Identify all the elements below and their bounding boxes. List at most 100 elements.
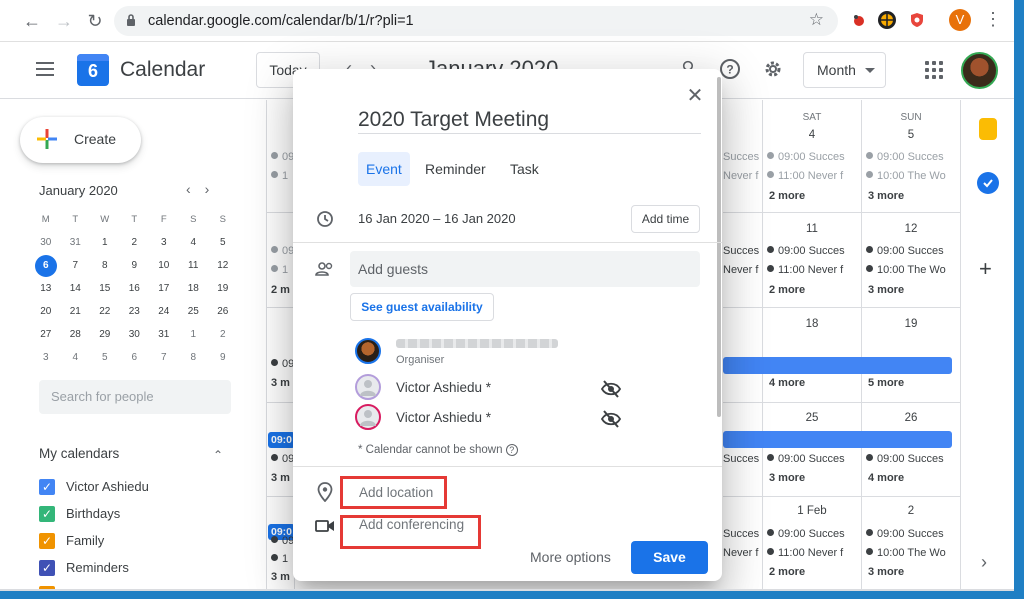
visibility-off-icon[interactable] xyxy=(600,380,623,398)
day-cell[interactable]: Succes xyxy=(723,403,763,497)
dialog-scrollbar[interactable] xyxy=(717,77,721,417)
close-icon[interactable]: ✕ xyxy=(683,84,707,108)
day-cell[interactable]: 09:0 09 1 3 m xyxy=(267,497,295,591)
tab-event[interactable]: Event xyxy=(358,152,410,186)
day-cell-sat-18[interactable]: 18 4 more xyxy=(763,308,862,403)
event-chip[interactable]: 09:00 Succes xyxy=(767,528,855,540)
day-cell[interactable]: Succes Never f xyxy=(723,497,763,591)
extension-icon[interactable] xyxy=(850,11,868,29)
settings-gear-icon[interactable] xyxy=(761,58,785,82)
event-chip[interactable]: 09:00 Succes xyxy=(767,453,855,465)
event-chip[interactable]: 10:00 The Wo xyxy=(866,264,954,276)
more-events-link[interactable]: 3 m xyxy=(271,377,290,389)
mini-day[interactable]: 9 xyxy=(208,346,238,369)
mini-day[interactable]: 5 xyxy=(208,231,238,254)
help-circle-icon[interactable]: ? xyxy=(505,444,518,456)
calendar-logo[interactable]: 6 xyxy=(77,54,109,86)
view-selector[interactable]: Month xyxy=(803,52,886,88)
mini-day[interactable]: 7 xyxy=(149,346,179,369)
back-arrow-icon[interactable]: ← xyxy=(21,10,43,32)
more-events-link[interactable]: 3 more xyxy=(769,472,805,484)
day-cell-sun-26[interactable]: 26 09:00 Succes 4 more xyxy=(862,403,961,497)
mini-day[interactable]: 31 xyxy=(61,231,91,254)
tab-task[interactable]: Task xyxy=(502,152,547,186)
mini-day[interactable]: 12 xyxy=(208,254,238,277)
add-location-input[interactable]: Add location xyxy=(340,476,447,509)
day-number[interactable]: 2 xyxy=(862,505,960,517)
more-events-link[interactable]: 3 m xyxy=(271,571,290,583)
multi-day-event-bar[interactable] xyxy=(723,357,952,374)
mini-day[interactable]: 3 xyxy=(149,231,179,254)
day-cell[interactable] xyxy=(723,308,763,403)
shield-extension-icon[interactable] xyxy=(908,11,926,29)
day-cell-sat-4[interactable]: SAT 4 09:00 Succes 11:00 Never f 2 more xyxy=(763,100,862,213)
day-number[interactable]: 11 xyxy=(763,223,861,235)
event-chip[interactable]: 09:00 Succes xyxy=(866,453,954,465)
more-events-link[interactable]: 2 more xyxy=(769,566,805,578)
mini-day[interactable]: 1 xyxy=(90,231,120,254)
day-number[interactable]: 19 xyxy=(862,318,960,330)
bookmark-star-icon[interactable]: ☆ xyxy=(809,10,824,30)
day-cell[interactable]: 09:0 09 3 m xyxy=(267,403,295,497)
mini-day[interactable]: 30 xyxy=(31,231,61,254)
event-chip[interactable]: 11:00 Never f xyxy=(767,264,855,276)
day-cell-sat-feb-1[interactable]: 1 Feb 09:00 Succes 11:00 Never f 2 more xyxy=(763,497,862,591)
multi-day-event-bar[interactable] xyxy=(723,431,952,448)
event-chip[interactable]: 09:00 Succes xyxy=(866,528,954,540)
account-avatar[interactable] xyxy=(961,52,998,89)
more-options-button[interactable]: More options xyxy=(530,549,611,565)
mini-day[interactable]: 16 xyxy=(120,277,150,300)
more-events-link[interactable]: 4 more xyxy=(769,377,805,389)
event-title-input[interactable]: 2020 Target Meeting xyxy=(358,108,701,134)
day-number[interactable]: 26 xyxy=(862,412,960,424)
search-people-input[interactable]: Search for people xyxy=(39,380,231,414)
more-events-link[interactable]: 3 more xyxy=(868,190,904,202)
mini-day[interactable]: 19 xyxy=(208,277,238,300)
checkbox-checked-icon[interactable]: ✓ xyxy=(39,479,55,495)
mini-day[interactable]: 23 xyxy=(120,300,150,323)
day-cell[interactable]: Succes Never f xyxy=(723,213,763,308)
mini-day[interactable]: 20 xyxy=(31,300,61,323)
event-chip-highlighted[interactable]: 09:0 xyxy=(268,432,295,448)
browser-profile-avatar[interactable]: V xyxy=(949,9,971,31)
day-number[interactable]: 5 xyxy=(862,129,960,141)
event-chip[interactable]: 11:00 Never f xyxy=(767,547,855,559)
mini-day[interactable]: 4 xyxy=(179,231,209,254)
mini-day[interactable]: 3 xyxy=(31,346,61,369)
mini-day[interactable]: 22 xyxy=(90,300,120,323)
event-date-range[interactable]: 16 Jan 2020 – 16 Jan 2020 xyxy=(358,211,516,226)
mini-day[interactable]: 31 xyxy=(149,323,179,346)
mini-day-today[interactable]: 6 xyxy=(31,254,61,277)
see-guest-availability-button[interactable]: See guest availability xyxy=(350,293,494,321)
mini-day[interactable]: 8 xyxy=(90,254,120,277)
add-guests-input[interactable]: Add guests xyxy=(350,251,700,287)
mini-day[interactable]: 15 xyxy=(90,277,120,300)
day-cell[interactable]: 09 3 m xyxy=(267,308,295,403)
day-number[interactable]: 18 xyxy=(763,318,861,330)
day-cell[interactable]: 09 1 2 m xyxy=(267,213,295,308)
day-cell[interactable]: 09 1 xyxy=(267,100,295,213)
event-chip[interactable]: 09:00 Succes xyxy=(866,151,954,163)
more-events-link[interactable]: 3 more xyxy=(868,284,904,296)
mini-day[interactable]: 28 xyxy=(61,323,91,346)
event-chip[interactable]: 09:00 Succes xyxy=(767,151,855,163)
chevron-up-icon[interactable]: ⌃ xyxy=(213,448,223,462)
my-calendars-heading[interactable]: My calendars xyxy=(39,446,119,461)
mini-day[interactable]: 24 xyxy=(149,300,179,323)
google-apps-icon[interactable] xyxy=(925,61,943,79)
extension-icon-2[interactable] xyxy=(878,11,896,29)
mini-day[interactable]: 29 xyxy=(90,323,120,346)
more-events-link[interactable]: 4 more xyxy=(868,472,904,484)
day-number[interactable]: 1 Feb xyxy=(763,505,861,517)
mini-day[interactable]: 13 xyxy=(31,277,61,300)
mini-day[interactable]: 7 xyxy=(61,254,91,277)
more-events-link[interactable]: 2 m xyxy=(271,284,290,296)
mini-next-icon[interactable]: › xyxy=(205,181,224,197)
keep-icon[interactable] xyxy=(979,118,997,140)
tasks-icon[interactable] xyxy=(977,172,999,194)
day-number[interactable]: 12 xyxy=(862,223,960,235)
forward-arrow-icon[interactable]: → xyxy=(53,10,75,32)
mini-day[interactable]: 2 xyxy=(120,231,150,254)
add-conferencing-button[interactable]: Add conferencing xyxy=(340,515,481,549)
visibility-off-icon[interactable] xyxy=(600,410,623,428)
